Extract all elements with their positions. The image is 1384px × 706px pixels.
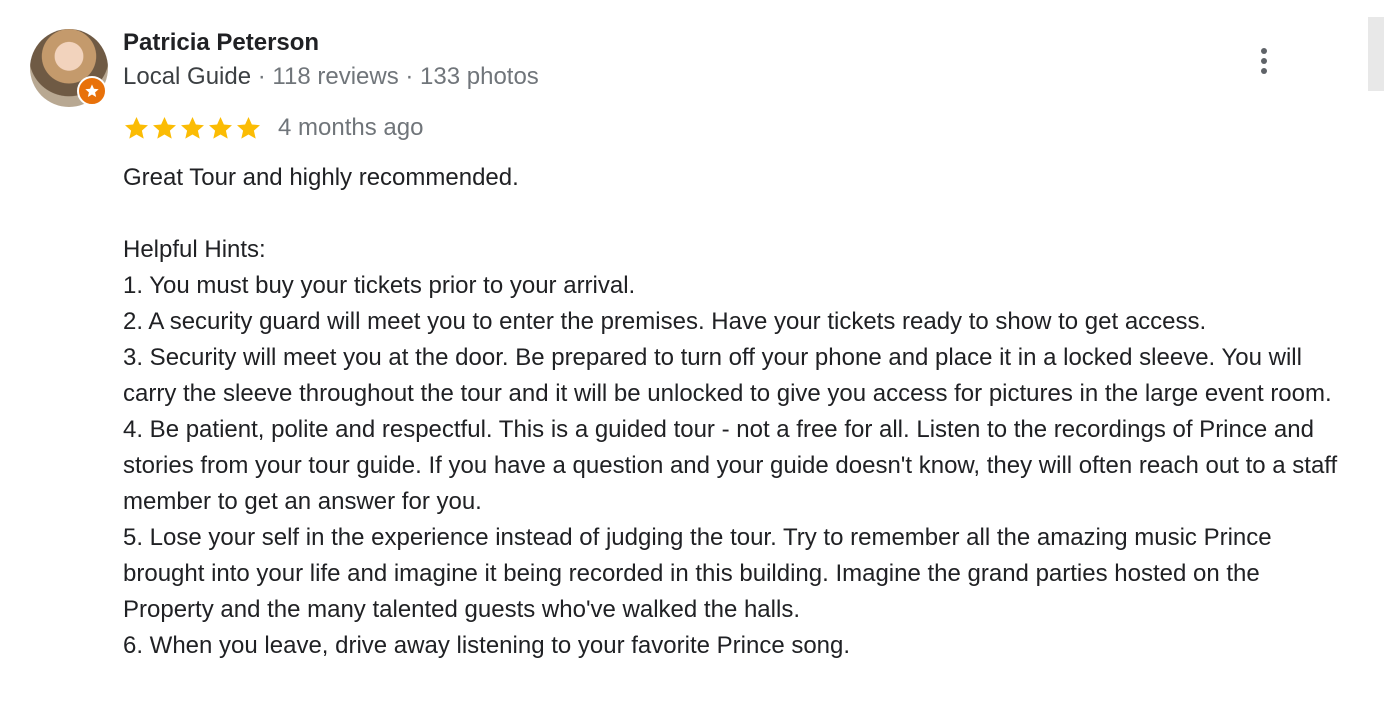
photo-count: 133 photos bbox=[420, 63, 539, 90]
more-dot bbox=[1261, 58, 1267, 64]
meta-separator: · bbox=[398, 63, 421, 90]
local-guide-label: Local Guide bbox=[123, 63, 252, 90]
avatar[interactable] bbox=[30, 29, 108, 107]
star-rating bbox=[123, 115, 262, 142]
local-guide-badge-icon bbox=[77, 76, 107, 106]
rating-row: 4 months ago bbox=[123, 112, 423, 144]
star-icon bbox=[125, 116, 148, 139]
reviewer-name[interactable]: Patricia Peterson bbox=[123, 29, 319, 57]
star-icon bbox=[153, 116, 176, 139]
meta-separator: · bbox=[251, 63, 273, 90]
review-text: Great Tour and highly recommended. Helpf… bbox=[123, 164, 1338, 659]
more-dot bbox=[1261, 48, 1267, 54]
scrollbar[interactable] bbox=[1368, 17, 1384, 91]
reviewer-meta: Local Guide · 118 reviews · 133 photos bbox=[123, 63, 539, 91]
star-icon bbox=[237, 116, 260, 139]
more-vert-icon[interactable] bbox=[1250, 43, 1278, 79]
review-date: 4 months ago bbox=[278, 114, 424, 141]
more-dot bbox=[1261, 68, 1267, 74]
star-icon bbox=[209, 116, 232, 139]
review-count: 118 reviews bbox=[272, 63, 399, 90]
star-icon bbox=[181, 116, 204, 139]
